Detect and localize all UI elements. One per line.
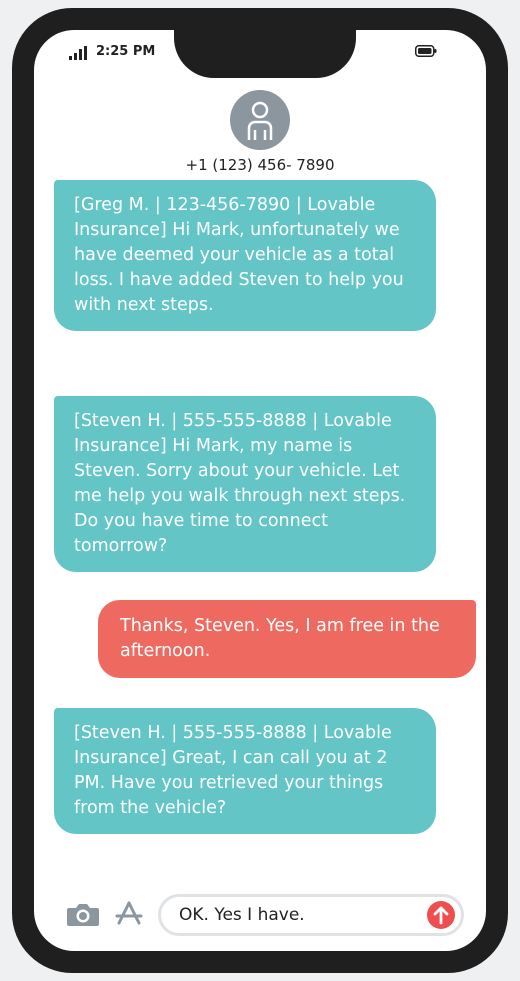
outgoing-message-bubble: Thanks, Steven. Yes, I am free in the af… [98,600,476,678]
messages-screen: 2:25 PM +1 (123) 456- 7890 [Greg M. | 12… [34,30,486,951]
camera-icon[interactable] [66,902,100,928]
incoming-message-bubble: [Steven H. | 555-555-8888 | Lovable Insu… [54,708,436,834]
message-composer-bar: OK. Yes I have. [34,890,486,940]
incoming-message-bubble: [Greg M. | 123-456-7890 | Lovable Insura… [54,180,436,331]
send-button[interactable] [427,901,455,929]
status-time: 2:25 PM [96,44,156,59]
message-input-text: OK. Yes I have. [179,905,305,925]
signal-icon [69,46,87,60]
send-arrow-icon [433,906,449,925]
message-input[interactable]: OK. Yes I have. [158,894,464,936]
person-icon [247,101,273,140]
app-store-icon[interactable] [114,899,144,929]
phone-frame: 2:25 PM +1 (123) 456- 7890 [Greg M. | 12… [12,8,508,973]
battery-icon [415,45,437,57]
contact-avatar[interactable] [230,90,290,150]
contact-number: +1 (123) 456- 7890 [185,156,335,174]
phone-notch [174,30,356,78]
incoming-message-bubble: [Steven H. | 555-555-8888 | Lovable Insu… [54,396,436,572]
